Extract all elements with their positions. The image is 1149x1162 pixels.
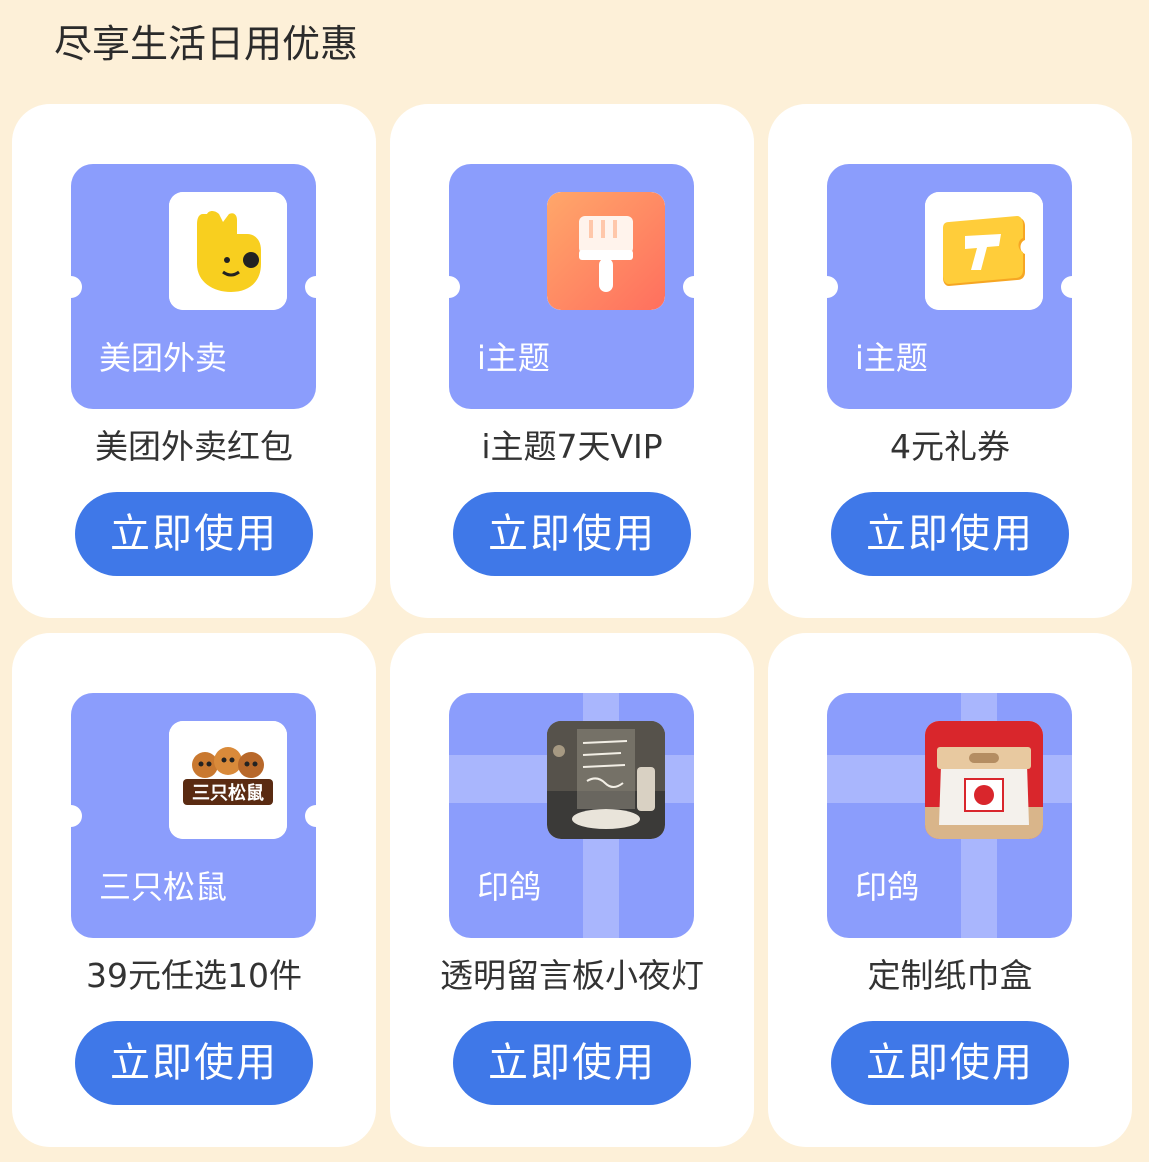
item-name: 定制纸巾盒: [867, 956, 1033, 995]
item-name: 透明留言板小夜灯: [440, 956, 704, 995]
use-now-button[interactable]: 立即使用: [75, 492, 313, 576]
coupon-ticket: 印鸽: [449, 693, 694, 938]
ticket-notch: [305, 276, 316, 298]
item-name: i主题7天VIP: [481, 427, 663, 466]
ticket-notch: [1061, 276, 1072, 298]
coupon-card-meituan[interactable]: 美团外卖 美团外卖红包 立即使用: [12, 104, 376, 618]
coupon-ticket: 美团外卖: [71, 164, 316, 409]
coupon-card-tissue-box[interactable]: 印鸽 定制纸巾盒 立即使用: [768, 633, 1132, 1147]
coupon-card-itheme-coupon[interactable]: i主题 4元礼券 立即使用: [768, 104, 1132, 618]
brand-label: i主题: [477, 339, 550, 377]
ticket-notch: [71, 805, 82, 827]
coupon-card-three-squirrels[interactable]: 三只松鼠 三只松鼠 39元任选10件 立即使用: [12, 633, 376, 1147]
brand-label: 印鸽: [477, 868, 542, 906]
three-squirrels-logo: 三只松鼠: [169, 721, 287, 839]
section-title: 尽享生活日用优惠: [54, 22, 359, 66]
use-now-button[interactable]: 立即使用: [453, 492, 691, 576]
coupon-ticket: 印鸽: [827, 693, 1072, 938]
logo-text: 三只松鼠: [192, 782, 264, 804]
use-now-button[interactable]: 立即使用: [831, 492, 1069, 576]
use-now-button[interactable]: 立即使用: [75, 1021, 313, 1105]
coupon-ticket: i主题: [449, 164, 694, 409]
use-now-button[interactable]: 立即使用: [453, 1021, 691, 1105]
brand-label: i主题: [855, 339, 928, 377]
ticket-notch: [827, 276, 838, 298]
ticket-notch: [71, 276, 82, 298]
brand-label: 三只松鼠: [99, 868, 228, 906]
paintbrush-icon: [547, 192, 665, 310]
item-name: 美团外卖红包: [95, 427, 293, 466]
coupon-card-night-light[interactable]: 印鸽 透明留言板小夜灯 立即使用: [390, 633, 754, 1147]
coupon-card-itheme-vip[interactable]: i主题 i主题7天VIP 立即使用: [390, 104, 754, 618]
item-name: 39元任选10件: [86, 956, 302, 995]
meituan-kangaroo-icon: [169, 192, 287, 310]
night-light-photo: [547, 721, 665, 839]
coupon-ticket: i主题: [827, 164, 1072, 409]
brand-label: 印鸽: [855, 868, 920, 906]
brand-label: 美团外卖: [99, 339, 228, 377]
coupon-icon: [925, 192, 1043, 310]
tissue-box-photo: [925, 721, 1043, 839]
use-now-button[interactable]: 立即使用: [831, 1021, 1069, 1105]
ticket-notch: [305, 805, 316, 827]
ticket-notch: [449, 276, 460, 298]
item-name: 4元礼券: [890, 427, 1010, 466]
ticket-notch: [683, 276, 694, 298]
coupon-ticket: 三只松鼠 三只松鼠: [71, 693, 316, 938]
